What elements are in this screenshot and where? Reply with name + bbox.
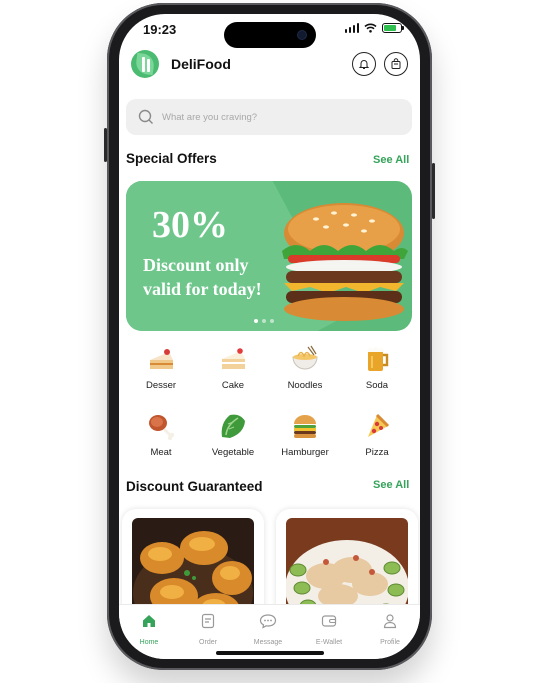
power-button	[432, 163, 435, 219]
status-time: 19:23	[143, 22, 177, 37]
nav-message[interactable]: Message	[243, 613, 293, 646]
category-noodles[interactable]: Noodles	[275, 344, 335, 391]
nav-ewallet[interactable]: E-Wallet	[304, 613, 354, 646]
burger-image	[282, 203, 408, 321]
cake-slice-icon	[150, 349, 173, 369]
category-label: Noodles	[287, 380, 323, 391]
noodles-icon	[292, 345, 318, 370]
nav-label: Profile	[380, 639, 400, 646]
discount-guaranteed-title: Discount Guaranteed	[126, 479, 263, 494]
app-header: DeliFood	[131, 48, 408, 80]
nav-label: E-Wallet	[315, 639, 343, 646]
category-label: Meat	[150, 447, 172, 458]
category-label: Vegetable	[211, 447, 255, 458]
category-soda[interactable]: Soda	[347, 344, 407, 391]
discount-guaranteed-see-all[interactable]: See All	[373, 479, 409, 491]
banner-discount: 30%	[152, 204, 228, 246]
wifi-icon	[364, 23, 377, 33]
banner-line-1: Discount only	[143, 255, 249, 275]
beer-mug-icon	[367, 347, 389, 371]
category-dessert[interactable]: Desser	[131, 344, 191, 391]
category-label: Soda	[365, 380, 389, 391]
carousel-dot[interactable]	[262, 319, 266, 323]
nav-home[interactable]: Home	[124, 613, 174, 646]
signal-icon	[344, 23, 359, 33]
category-cake[interactable]: Cake	[203, 344, 263, 391]
category-label: Hamburger	[281, 447, 329, 458]
search-icon	[138, 109, 153, 124]
nav-label: Order	[199, 639, 217, 646]
volume-button	[104, 128, 107, 162]
banner-line-2: valid for today!	[143, 279, 262, 299]
category-pizza[interactable]: Pizza	[347, 411, 407, 458]
home-icon	[143, 615, 155, 627]
nav-label: Home	[139, 639, 159, 646]
category-meat[interactable]: Meat	[131, 411, 191, 458]
search-placeholder: What are you craving?	[162, 111, 258, 123]
order-icon	[201, 613, 215, 629]
category-label: Pizza	[365, 447, 389, 458]
search-bar[interactable]: What are you craving?	[126, 99, 412, 135]
screen: 19:23 DeliFood What are you craving? Spe…	[119, 14, 420, 659]
meat-leg-icon	[149, 415, 175, 441]
category-label: Desser	[145, 380, 177, 391]
bell-icon	[358, 60, 370, 69]
app-name: DeliFood	[171, 56, 231, 72]
shopping-bag-icon	[391, 58, 401, 69]
dynamic-island	[224, 22, 316, 48]
carousel-dots[interactable]	[254, 319, 274, 323]
special-offers-see-all[interactable]: See All	[373, 154, 409, 166]
category-vegetable[interactable]: Vegetable	[203, 411, 263, 458]
cart-button[interactable]	[384, 52, 408, 76]
cake-icon	[222, 348, 245, 369]
notification-button[interactable]	[352, 52, 376, 76]
status-icons	[344, 23, 404, 33]
nav-order[interactable]: Order	[183, 613, 233, 646]
lettuce-icon	[221, 414, 245, 438]
profile-icon	[383, 614, 397, 629]
phone-frame: 19:23 DeliFood What are you craving? Spe…	[104, 3, 435, 670]
battery-icon	[382, 23, 404, 33]
home-indicator[interactable]	[216, 651, 324, 655]
nav-profile[interactable]: Profile	[365, 613, 415, 646]
message-icon	[259, 614, 277, 629]
category-label: Cake	[221, 380, 245, 391]
wallet-icon	[321, 615, 337, 627]
category-hamburger[interactable]: Hamburger	[275, 411, 335, 458]
special-offers-title: Special Offers	[126, 151, 217, 166]
carousel-dot[interactable]	[270, 319, 274, 323]
offer-banner[interactable]: 30% Discount only valid for today!	[126, 181, 412, 331]
nav-label: Message	[253, 639, 283, 646]
app-logo	[131, 50, 159, 78]
carousel-dot[interactable]	[254, 319, 258, 323]
hamburger-icon	[294, 415, 316, 438]
pizza-slice-icon	[368, 413, 390, 437]
